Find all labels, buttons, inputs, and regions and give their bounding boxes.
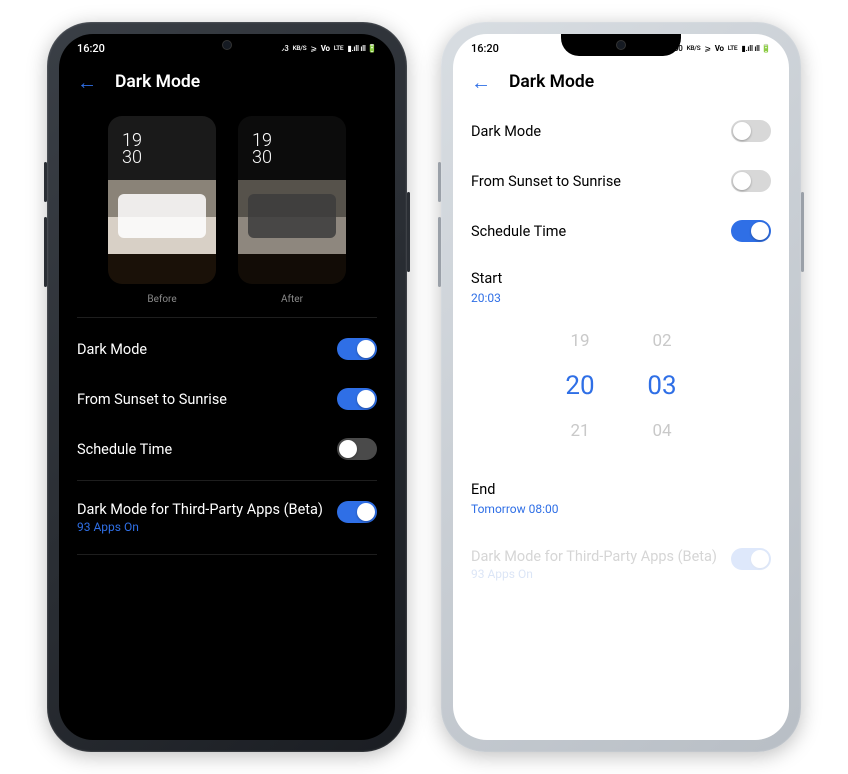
app-bar: ← Dark Mode <box>453 62 789 106</box>
page-title: Dark Mode <box>509 72 594 92</box>
dark-mode-label: Dark Mode <box>77 341 147 358</box>
dark-mode-toggle[interactable] <box>337 338 377 360</box>
schedule-label: Schedule Time <box>471 223 566 240</box>
third-party-toggle[interactable] <box>337 501 377 523</box>
notch <box>561 34 681 56</box>
status-time: 16:20 <box>471 42 499 55</box>
schedule-toggle[interactable] <box>337 438 377 460</box>
schedule-label: Schedule Time <box>77 441 172 458</box>
screen-dark: 16:20 ✱ 0.93KB/S ⩾ VoLTE ▮.ıll ıll 🔋 ← D… <box>59 34 395 740</box>
row-dark-mode[interactable]: Dark Mode <box>471 106 771 156</box>
dark-mode-toggle[interactable] <box>731 120 771 142</box>
third-party-sub: 93 Apps On <box>77 520 323 534</box>
row-third-party[interactable]: Dark Mode for Third-Party Apps (Beta) 93… <box>77 487 377 548</box>
min-selected: 03 <box>647 371 676 401</box>
status-time: 16:20 <box>77 42 105 55</box>
hour-selected: 20 <box>565 371 594 401</box>
row-sunset[interactable]: From Sunset to Sunrise <box>77 374 377 424</box>
min-prev: 02 <box>652 331 671 351</box>
sunset-label: From Sunset to Sunrise <box>471 173 621 190</box>
row-dark-mode[interactable]: Dark Mode <box>77 324 377 374</box>
third-party-label: Dark Mode for Third-Party Apps (Beta) <box>77 501 323 518</box>
row-schedule[interactable]: Schedule Time <box>77 424 377 474</box>
row-schedule[interactable]: Schedule Time <box>471 206 771 256</box>
phone-frame-light: 16:20 ✱ 3.00KB/S ⩾ VoLTE ▮.ıll ıll 🔋 ← D… <box>441 22 801 752</box>
preview-row: 19 30 Before 19 30 After <box>77 106 377 311</box>
preview-after[interactable]: 19 30 After <box>238 116 346 305</box>
back-icon[interactable]: ← <box>471 72 491 92</box>
preview-before[interactable]: 19 30 Before <box>108 116 216 305</box>
minute-column[interactable]: 02 03 04 <box>642 331 682 441</box>
hour-next: 21 <box>570 421 589 441</box>
sunset-toggle[interactable] <box>337 388 377 410</box>
hour-prev: 19 <box>570 331 589 351</box>
preview-after-label: After <box>281 294 303 305</box>
sunset-label: From Sunset to Sunrise <box>77 391 227 408</box>
app-bar: ← Dark Mode <box>59 62 395 106</box>
schedule-toggle[interactable] <box>731 220 771 242</box>
start-value: 20:03 <box>471 291 771 305</box>
third-party-label: Dark Mode for Third-Party Apps (Beta) <box>471 548 717 565</box>
hour-column[interactable]: 19 20 21 <box>560 331 600 441</box>
third-party-sub: 93 Apps On <box>471 567 717 581</box>
time-picker[interactable]: 19 20 21 02 03 04 <box>471 305 771 469</box>
end-value: Tomorrow 08:00 <box>471 502 771 516</box>
back-icon[interactable]: ← <box>77 72 97 92</box>
start-label: Start <box>471 258 771 287</box>
screen-light: 16:20 ✱ 3.00KB/S ⩾ VoLTE ▮.ıll ıll 🔋 ← D… <box>453 34 789 740</box>
dark-mode-label: Dark Mode <box>471 123 541 140</box>
row-third-party: Dark Mode for Third-Party Apps (Beta) 93… <box>471 534 771 595</box>
preview-before-label: Before <box>147 294 176 305</box>
notch <box>167 34 287 56</box>
end-label: End <box>471 469 771 498</box>
min-next: 04 <box>652 421 671 441</box>
sunset-toggle[interactable] <box>731 170 771 192</box>
page-title: Dark Mode <box>115 72 200 92</box>
third-party-toggle <box>731 548 771 570</box>
row-sunset[interactable]: From Sunset to Sunrise <box>471 156 771 206</box>
phone-frame-dark: 16:20 ✱ 0.93KB/S ⩾ VoLTE ▮.ıll ıll 🔋 ← D… <box>47 22 407 752</box>
